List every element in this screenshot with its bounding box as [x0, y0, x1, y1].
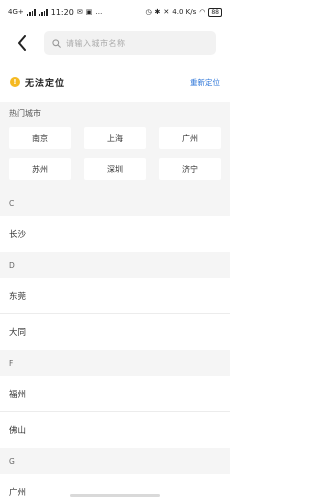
search-icon: [52, 38, 61, 48]
location-row: ! 无法定位 重新定位: [0, 62, 230, 102]
header: 请输入城市名称: [0, 24, 230, 62]
hot-city-button[interactable]: 苏州: [9, 158, 71, 180]
speed-indicator: 4.0 K/s: [172, 8, 197, 16]
status-bar: 4G+ 11:20 ✉ ▣ … ◷ ✱ ✕ 4.0 K/s ◠ 88: [0, 0, 230, 24]
signal-icon-2: [38, 8, 48, 16]
camera-icon: ▣: [85, 8, 93, 16]
hot-cities-grid: 南京 上海 广州 苏州 深圳 济宁: [9, 127, 221, 180]
warning-icon: !: [10, 77, 20, 87]
hot-city-button[interactable]: 济宁: [159, 158, 221, 180]
back-arrow-svg: [18, 35, 26, 51]
index-header-g: G: [0, 448, 230, 474]
city-list-item[interactable]: 大同: [0, 314, 230, 350]
hot-cities-section: 热门城市 南京 上海 广州 苏州 深圳 济宁: [0, 102, 230, 190]
wifi-icon: ◠: [199, 8, 206, 16]
battery-icon: 88: [208, 7, 222, 17]
hot-city-button[interactable]: 广州: [159, 127, 221, 149]
location-status-text: 无法定位: [25, 78, 66, 89]
status-left: 4G+ 11:20 ✉ ▣ …: [8, 8, 102, 17]
back-arrow-icon[interactable]: [14, 33, 30, 53]
location-status: ! 无法定位: [10, 76, 65, 89]
mute-icon: ✕: [163, 8, 170, 16]
more-icon: …: [95, 8, 103, 16]
hot-city-button[interactable]: 上海: [84, 127, 146, 149]
hot-city-button[interactable]: 深圳: [84, 158, 146, 180]
city-list-item[interactable]: 佛山: [0, 412, 230, 448]
hot-city-button[interactable]: 南京: [9, 127, 71, 149]
search-input[interactable]: 请输入城市名称: [44, 31, 216, 55]
home-indicator[interactable]: [70, 494, 160, 497]
chat-icon: ✉: [76, 8, 83, 16]
search-placeholder: 请输入城市名称: [66, 38, 126, 48]
city-list-item[interactable]: 长沙: [0, 216, 230, 252]
index-header-f: F: [0, 350, 230, 376]
city-index-list: C 长沙 D 东莞 大同 F 福州 佛山 G 广州: [0, 190, 230, 500]
index-header-c: C: [0, 190, 230, 216]
status-right: ◷ ✱ ✕ 4.0 K/s ◠ 88: [145, 7, 222, 17]
city-picker-screen: 4G+ 11:20 ✉ ▣ … ◷ ✱ ✕ 4.0 K/s ◠ 88 请输入城市…: [0, 0, 230, 500]
relocate-button[interactable]: 重新定位: [190, 77, 220, 88]
bluetooth-icon: ✱: [154, 8, 161, 16]
hot-cities-title: 热门城市: [9, 109, 41, 118]
status-time: 11:20: [50, 7, 74, 17]
city-list-item[interactable]: 福州: [0, 376, 230, 412]
alarm-icon: ◷: [145, 8, 152, 16]
index-header-d: D: [0, 252, 230, 278]
city-list-item[interactable]: 东莞: [0, 278, 230, 314]
signal-icon: [26, 8, 36, 16]
network-type: 4G+: [8, 8, 24, 16]
